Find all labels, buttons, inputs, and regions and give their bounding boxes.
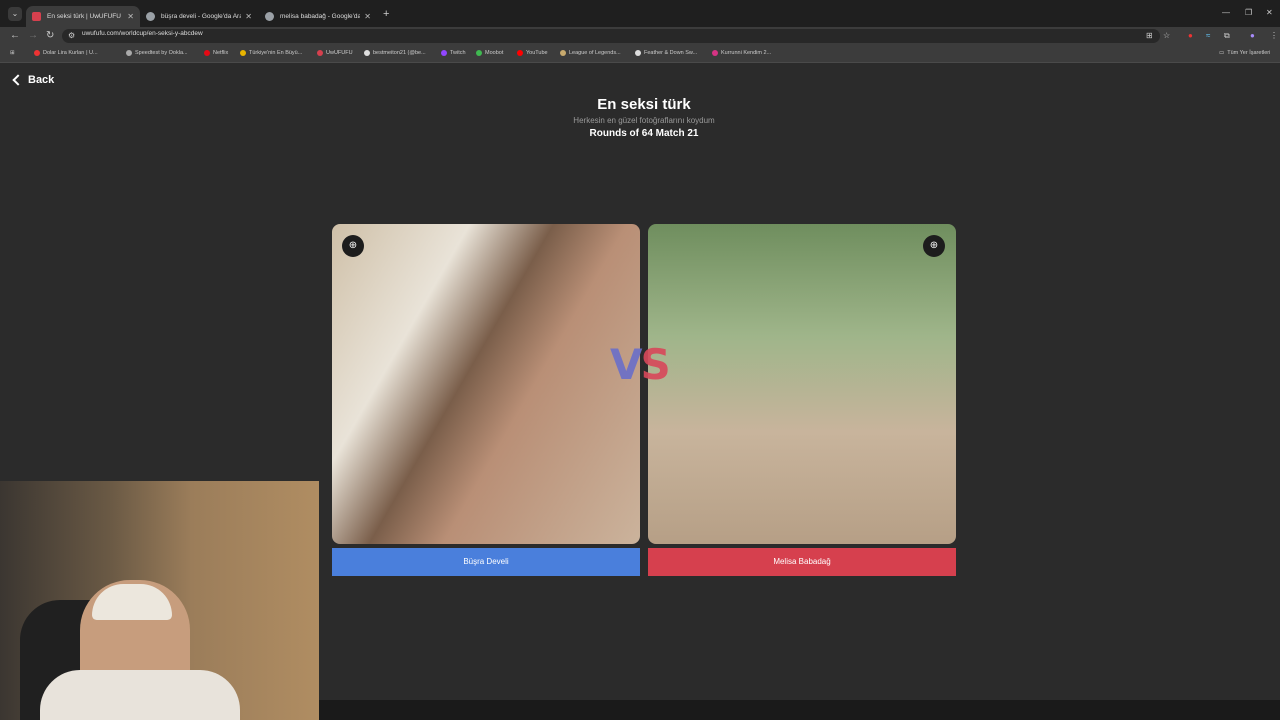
bookmark-favicon-icon [441,50,447,56]
bookmark-star-icon[interactable]: ☆ [1163,31,1170,40]
address-bar[interactable] [62,29,1160,43]
bookmark-favicon-icon [560,50,566,56]
bookmark-favicon-icon [712,50,718,56]
bookmark-item[interactable]: League of Legends... [560,50,621,56]
browser-window: ⌄ En seksi türk | UwUFUFU ✕ büşra develi… [0,0,1280,720]
back-link[interactable]: Back [12,74,55,86]
bookmark-favicon-icon [126,50,132,56]
tab-uwufufu[interactable]: En seksi türk | UwUFUFU ✕ [26,6,140,27]
back-arrow-icon[interactable]: ← [10,30,20,41]
minimize-icon[interactable]: — [1222,8,1230,17]
page-title: En seksi türk [597,96,691,113]
chevron-left-icon [12,74,24,86]
bookmark-favicon-icon [364,50,370,56]
bookmark-favicon-icon [240,50,246,56]
page-subtitle: Herkesin en güzel fotoğraflarını koydum [573,116,715,125]
all-bookmarks-folder[interactable]: ▭ Tüm Yer İşaretleri [1219,50,1270,56]
zoom-in-icon[interactable]: ⊕ [342,235,364,257]
reload-icon[interactable]: ↻ [46,30,54,41]
extension-blue-icon[interactable]: ≈ [1206,31,1210,40]
bookmark-favicon-icon [476,50,482,56]
vs-label: VS [610,340,671,389]
vs-v: V [610,340,642,389]
bookmark-favicon-icon [204,50,210,56]
google-favicon-icon [265,12,274,21]
tab-google-melisa[interactable]: melisa babadağ - Google'da A ✕ [259,6,377,27]
tab-strip: ⌄ En seksi türk | UwUFUFU ✕ büşra develi… [0,0,1280,27]
tab-google-busra[interactable]: büşra develi - Google'da Ara ✕ [140,6,258,27]
uwufufu-favicon-icon [32,12,41,21]
bookmark-favicon-icon [635,50,641,56]
bookmarks-bar: ⊞ Dolar Lira Kurları | U... Speedtest by… [0,45,1280,63]
choose-right-button[interactable]: Melisa Babadağ [648,548,956,576]
choose-left-button[interactable]: Büşra Develi [332,548,640,576]
translate-icon[interactable]: ⊞ [1146,31,1153,40]
bookmark-favicon-icon [317,50,323,56]
folder-icon: ▭ [1219,50,1225,56]
bookmark-item[interactable]: Speedtest by Ookla... [126,50,188,56]
extensions-puzzle-icon[interactable]: ⧉ [1224,31,1230,41]
back-label: Back [28,74,55,86]
tab-title: melisa babadağ - Google'da A [280,13,361,20]
vs-s: S [640,340,671,389]
new-tab-icon[interactable]: + [383,8,389,20]
bookmark-item[interactable]: Twitch [441,50,466,56]
close-window-icon[interactable]: ✕ [1266,8,1273,17]
forward-arrow-icon[interactable]: → [28,30,38,41]
google-favicon-icon [146,12,155,21]
url-text[interactable]: uwufufu.com/worldcup/en-seksi-y-abcdew [82,30,203,37]
tab-search-button[interactable]: ⌄ [8,7,22,21]
zoom-in-icon[interactable]: ⊕ [923,235,945,257]
bookmark-favicon-icon [34,50,40,56]
bookmark-item[interactable]: bestmeiton21 (@be... [364,50,426,56]
bookmark-item[interactable]: Türkiye'nin En Büyü... [240,50,302,56]
bookmark-item[interactable]: YouTube [517,50,548,56]
menu-dots-icon[interactable]: ⋮ [1270,31,1278,40]
close-tab-icon[interactable]: ✕ [245,12,252,21]
bookmark-item[interactable]: Feather & Down Sw... [635,50,697,56]
extension-red-icon[interactable]: ● [1188,31,1193,40]
right-candidate-image[interactable]: ⊕ [648,224,956,544]
round-info: Rounds of 64 Match 21 [589,128,699,139]
bookmark-item[interactable]: Moobot [476,50,503,56]
bookmark-item[interactable]: Kurrunni Kendim 2... [712,50,771,56]
webcam-shirt [40,670,240,720]
site-info-icon[interactable]: ⚙ [68,31,75,40]
bookmark-item[interactable]: Dolar Lira Kurları | U... [34,50,98,56]
apps-grid-icon[interactable]: ⊞ [10,50,15,56]
bookmark-item[interactable]: UwUFUFU [317,50,353,56]
bookmark-item[interactable]: Netflix [204,50,228,56]
close-tab-icon[interactable]: ✕ [127,12,134,21]
tab-title: büşra develi - Google'da Ara [161,13,242,20]
profile-avatar-icon[interactable]: ● [1250,31,1255,40]
tab-title: En seksi türk | UwUFUFU [47,13,121,20]
restore-icon[interactable]: ❐ [1245,8,1252,17]
close-tab-icon[interactable]: ✕ [364,12,371,21]
bookmark-favicon-icon [517,50,523,56]
left-candidate-image[interactable]: ⊕ [332,224,640,544]
